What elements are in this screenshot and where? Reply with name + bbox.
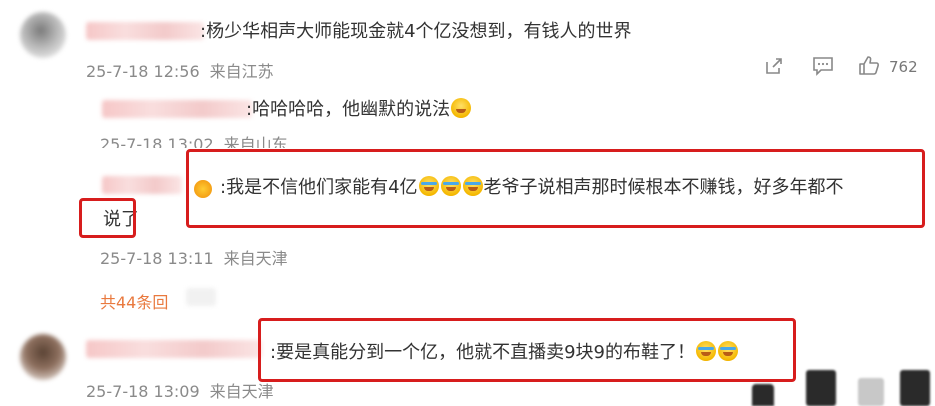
commenter-avatar[interactable] xyxy=(20,334,66,380)
cropped-shape xyxy=(752,384,774,406)
cropped-shape xyxy=(858,378,884,406)
comment-location: 来自江苏 xyxy=(209,62,274,81)
comment-time: 25-7-18 13:09 xyxy=(86,382,200,401)
more-replies-blurred xyxy=(186,288,216,306)
reply-text-content: :哈哈哈哈，他幽默的说法 xyxy=(246,99,451,120)
comment-meta: 25-7-18 13:09 来自天津 xyxy=(86,378,274,402)
reply-author-name[interactable] xyxy=(102,176,182,194)
reply-text: :哈哈哈哈，他幽默的说法 xyxy=(246,98,472,122)
share-icon[interactable] xyxy=(764,56,784,76)
highlight-box xyxy=(258,318,796,382)
commenter-name[interactable] xyxy=(86,340,262,358)
reply-location: 来自天津 xyxy=(223,249,288,268)
commenter-name[interactable] xyxy=(86,22,204,40)
comment-icon[interactable] xyxy=(812,56,834,76)
more-replies-link[interactable]: 共44条回 xyxy=(100,289,168,313)
like-icon[interactable] xyxy=(858,55,880,76)
highlight-box-small xyxy=(79,198,136,238)
comment-location: 来自天津 xyxy=(209,382,274,401)
reply-time: 25-7-18 13:11 xyxy=(100,249,214,268)
cropped-shape xyxy=(900,370,930,406)
comment-time: 25-7-18 12:56 xyxy=(86,62,200,81)
cropped-shape xyxy=(806,370,836,406)
reply-location: 来自山东 xyxy=(223,135,288,148)
like-count: 762 xyxy=(889,58,918,76)
comment-text: :杨少华相声大师能现金就4个亿没想到，有钱人的世界 xyxy=(200,21,632,42)
reply-author-name[interactable] xyxy=(102,100,252,118)
commenter-avatar[interactable] xyxy=(20,12,66,58)
reply-meta: 25-7-18 13:11 来自天津 xyxy=(100,245,288,269)
comment-meta: 25-7-18 12:56 来自江苏 xyxy=(86,58,274,82)
reply-meta: 25-7-18 13:02 来自山东 xyxy=(100,131,288,148)
highlight-box xyxy=(186,149,925,228)
laugh-emoji xyxy=(451,98,472,118)
reply-time: 25-7-18 13:02 xyxy=(100,135,214,148)
